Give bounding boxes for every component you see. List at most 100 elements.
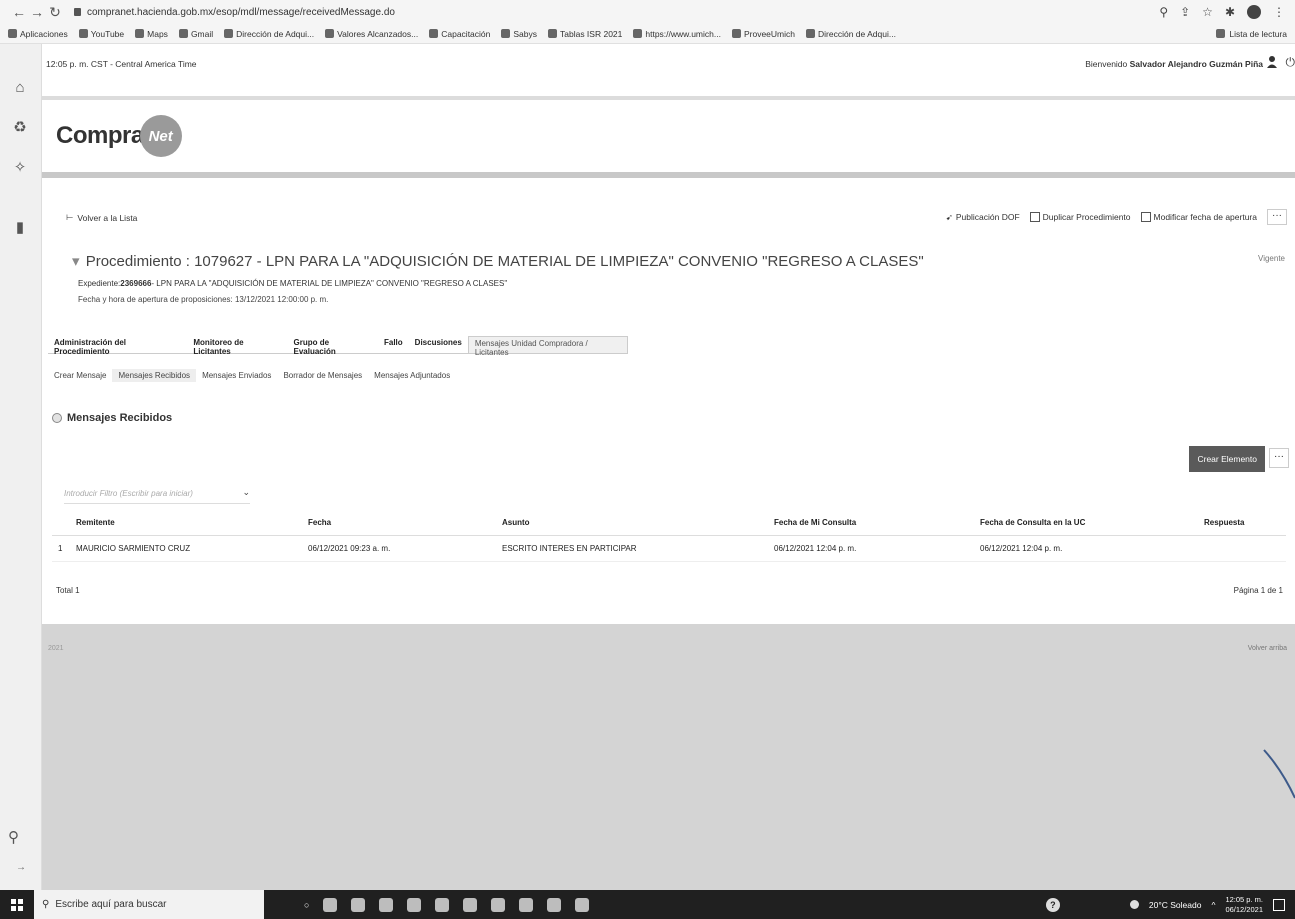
notifications-icon[interactable] <box>1273 898 1285 911</box>
subtab-adjuntados[interactable]: Mensajes Adjuntados <box>368 369 456 382</box>
bookmark-direccion-1[interactable]: Dirección de Adqui... <box>224 29 314 39</box>
edit-icon <box>1140 212 1151 222</box>
power-icon[interactable]: ⏻ <box>1286 55 1295 70</box>
main-tabs: Administración del Procedimiento Monitor… <box>48 336 628 357</box>
subtab-mensajes-enviados[interactable]: Mensajes Enviados <box>196 369 277 382</box>
app-icon[interactable] <box>519 897 534 912</box>
back-to-list-link[interactable]: ⊢ Volver a la Lista <box>66 212 137 223</box>
system-tray: ? 20°C Soleado ^ 12:05 p. m. 06/12/2021 <box>1045 895 1295 915</box>
cell-remitente[interactable]: MAURICIO SARMIENTO CRUZ <box>52 544 308 553</box>
modificar-fecha-button[interactable]: Modificar fecha de apertura <box>1140 212 1257 222</box>
search-icon[interactable]: ⚲ <box>8 828 19 846</box>
reading-list[interactable]: Lista de lectura <box>1216 29 1287 39</box>
extensions-icon[interactable]: ✱ <box>1225 5 1235 19</box>
site-icon <box>501 29 511 38</box>
sub-tabs: Crear Mensaje Mensajes Recibidos Mensaje… <box>48 369 456 382</box>
dropbox-icon[interactable] <box>435 897 450 912</box>
compranet-logo: Compra Net <box>56 115 182 157</box>
pinned-apps: ○ <box>304 897 590 912</box>
crear-elemento-button[interactable]: Crear Elemento <box>1189 446 1265 472</box>
bookmark-umich[interactable]: https://www.umich... <box>633 29 721 39</box>
back-arrow-icon[interactable]: ← <box>10 4 28 20</box>
messages-table: Remitente Fecha Asunto Fecha de Mi Consu… <box>52 510 1286 562</box>
chrome-icon[interactable] <box>351 897 366 912</box>
tab-administracion[interactable]: Administración del Procedimiento <box>48 336 187 356</box>
bookmark-gmail[interactable]: Gmail <box>178 29 213 39</box>
cell-fecha: 06/12/2021 09:23 a. m. <box>308 544 391 553</box>
zoom-icon[interactable]: ⚲ <box>1159 5 1168 19</box>
mail-icon[interactable] <box>463 897 478 912</box>
start-button[interactable] <box>0 890 34 919</box>
tab-mensajes[interactable]: Mensajes Unidad Compradora / Licitantes <box>467 336 628 357</box>
back-to-top-link[interactable]: Volver arriba <box>1248 645 1287 652</box>
more-actions-button[interactable]: ··· <box>1267 209 1287 225</box>
tray-chevron-icon[interactable]: ^ <box>1211 900 1215 910</box>
tab-monitoreo[interactable]: Monitoreo de Licitantes <box>187 336 287 356</box>
reading-list-icon <box>1216 29 1226 38</box>
bookmark-maps[interactable]: Maps <box>135 29 168 39</box>
app-icon[interactable] <box>547 897 562 912</box>
address-bar[interactable]: compranet.hacienda.gob.mx/esop/mdl/messa… <box>74 7 395 18</box>
duplicate-icon <box>1029 212 1040 222</box>
tools-icon[interactable]: ✧ <box>12 160 28 176</box>
app-icon[interactable] <box>575 897 590 912</box>
publicacion-dof-button[interactable]: ➹ Publicación DOF <box>946 212 1020 223</box>
drive-icon <box>325 29 335 38</box>
site-icon <box>548 29 557 38</box>
subtab-mensajes-recibidos[interactable]: Mensajes Recibidos <box>112 369 197 382</box>
duplicar-procedimiento-button[interactable]: Duplicar Procedimiento <box>1029 212 1131 222</box>
documents-icon[interactable]: ▮ <box>12 220 28 236</box>
reload-icon[interactable]: ↻ <box>46 4 64 21</box>
footer-copyright: 2021 <box>48 645 64 652</box>
star-icon[interactable]: ☆ <box>1202 5 1213 19</box>
chevron-down-icon[interactable]: ⌄ <box>242 487 250 498</box>
bookmark-direccion-2[interactable]: Dirección de Adqui... <box>806 29 896 39</box>
bookmark-capacitacion[interactable]: Capacitación <box>429 29 490 39</box>
taskbar-search[interactable]: ⚲ Escribe aquí para buscar <box>34 890 264 919</box>
collapse-icon[interactable]: ▾ <box>72 253 80 270</box>
procedure-title: ▾ Procedimiento : 1079627 - LPN PARA LA … <box>72 253 924 270</box>
help-icon[interactable]: ? <box>1045 897 1060 912</box>
expand-icon[interactable]: → <box>16 862 26 873</box>
search-icon: ⚲ <box>42 899 50 910</box>
bookmark-proveeumich[interactable]: ProveeUmich <box>731 29 795 39</box>
cortana-icon[interactable]: ○ <box>304 900 309 910</box>
cell-asunto[interactable]: ESCRITO INTERES EN PARTICIPAR <box>502 544 774 553</box>
profile-avatar[interactable] <box>1247 5 1261 19</box>
url-text[interactable]: compranet.hacienda.gob.mx/esop/mdl/messa… <box>87 7 395 18</box>
procedures-icon[interactable]: ♻ <box>12 120 28 136</box>
forward-arrow-icon[interactable]: → <box>28 4 46 20</box>
menu-icon[interactable]: ⋮ <box>1273 5 1285 19</box>
bookmark-sabys[interactable]: Sabys <box>501 29 537 39</box>
col-fecha-consulta-uc[interactable]: Fecha de Consulta en la UC <box>980 518 1204 527</box>
table-row[interactable]: 1 MAURICIO SARMIENTO CRUZ 06/12/2021 09:… <box>52 536 1286 562</box>
home-icon[interactable]: ⌂ <box>12 80 28 96</box>
tab-fallo[interactable]: Fallo <box>378 336 409 353</box>
col-fecha[interactable]: Fecha <box>308 518 502 527</box>
col-asunto[interactable]: Asunto <box>502 518 774 527</box>
left-rail: ⌂ ♻ ✧ ▮ <box>0 44 42 890</box>
media-icon[interactable] <box>491 897 506 912</box>
subtab-borrador[interactable]: Borrador de Mensajes <box>277 369 368 382</box>
more-options-button[interactable]: ··· <box>1269 448 1289 468</box>
tab-discusiones[interactable]: Discusiones <box>409 336 468 353</box>
weather-text[interactable]: 20°C Soleado <box>1149 900 1202 910</box>
clock[interactable]: 12:05 p. m. 06/12/2021 <box>1225 895 1263 915</box>
share-icon[interactable]: ⇪ <box>1180 5 1190 19</box>
bookmark-aplicaciones[interactable]: Aplicaciones <box>8 29 68 39</box>
col-remitente[interactable]: Remitente <box>52 518 308 527</box>
status-badge: Vigente <box>1258 254 1285 263</box>
bookmark-valores[interactable]: Valores Alcanzados... <box>325 29 418 39</box>
col-fecha-mi-consulta[interactable]: Fecha de Mi Consulta <box>774 518 980 527</box>
store-icon[interactable] <box>407 897 422 912</box>
tab-grupo-evaluacion[interactable]: Grupo de Evaluación <box>287 336 378 356</box>
bookmark-youtube[interactable]: YouTube <box>78 29 124 39</box>
subtab-crear-mensaje[interactable]: Crear Mensaje <box>48 369 112 382</box>
task-view-icon[interactable] <box>323 897 338 912</box>
file-explorer-icon[interactable] <box>379 897 394 912</box>
bookmark-tablas-isr[interactable]: Tablas ISR 2021 <box>548 29 622 39</box>
filter-input[interactable]: Introducir Filtro (Escribir para iniciar… <box>64 484 250 504</box>
welcome-text: Bienvenido Salvador Alejandro Guzmán Piñ… <box>1085 59 1263 69</box>
col-respuesta[interactable]: Respuesta <box>1204 518 1286 527</box>
user-icon[interactable] <box>1267 56 1277 68</box>
